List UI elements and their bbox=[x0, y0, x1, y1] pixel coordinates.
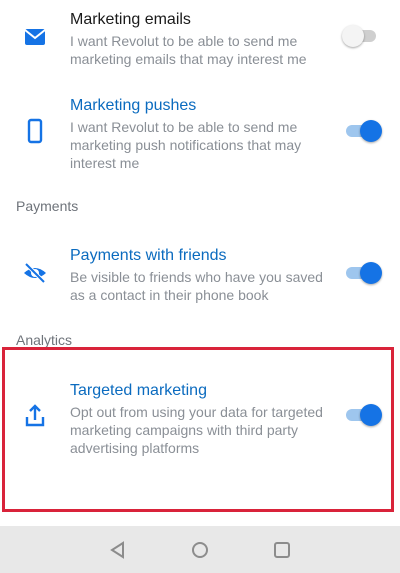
setting-description: I want Revolut to be able to send me mar… bbox=[70, 33, 307, 67]
share-upload-icon bbox=[22, 403, 48, 429]
eye-off-icon bbox=[22, 260, 48, 286]
setting-row-marketing-pushes[interactable]: Marketing pushes I want Revolut to be ab… bbox=[0, 85, 400, 185]
setting-row-targeted-marketing[interactable]: Targeted marketing Opt out from using yo… bbox=[0, 375, 400, 465]
payments-with-friends-toggle[interactable] bbox=[342, 262, 382, 284]
setting-description: Opt out from using your data for targete… bbox=[70, 404, 323, 456]
system-navigation-bar bbox=[0, 526, 400, 573]
toggle-thumb bbox=[360, 120, 382, 142]
section-header-analytics: Analytics bbox=[16, 332, 73, 348]
section-header-payments: Payments bbox=[16, 198, 79, 214]
setting-description: I want Revolut to be able to send me mar… bbox=[70, 119, 302, 171]
back-icon[interactable] bbox=[108, 540, 128, 560]
toggle-thumb bbox=[342, 25, 364, 47]
setting-title: Marketing pushes bbox=[70, 97, 197, 114]
setting-title: Payments with friends bbox=[70, 247, 227, 264]
toggle-thumb bbox=[360, 262, 382, 284]
setting-description: Be visible to friends who have you saved… bbox=[70, 269, 323, 303]
home-icon[interactable] bbox=[190, 540, 210, 560]
toggle-thumb bbox=[360, 404, 382, 426]
marketing-emails-toggle[interactable] bbox=[342, 25, 382, 47]
phone-icon bbox=[22, 118, 48, 144]
targeted-marketing-toggle[interactable] bbox=[342, 404, 382, 426]
setting-row-marketing-emails[interactable]: Marketing emails I want Revolut to be ab… bbox=[0, 0, 400, 80]
recents-icon[interactable] bbox=[272, 540, 292, 560]
setting-title: Marketing emails bbox=[70, 11, 191, 28]
setting-title: Targeted marketing bbox=[70, 382, 207, 399]
marketing-pushes-toggle[interactable] bbox=[342, 120, 382, 142]
mail-icon bbox=[22, 24, 48, 50]
setting-row-payments-with-friends[interactable]: Payments with friends Be visible to frie… bbox=[0, 240, 400, 310]
